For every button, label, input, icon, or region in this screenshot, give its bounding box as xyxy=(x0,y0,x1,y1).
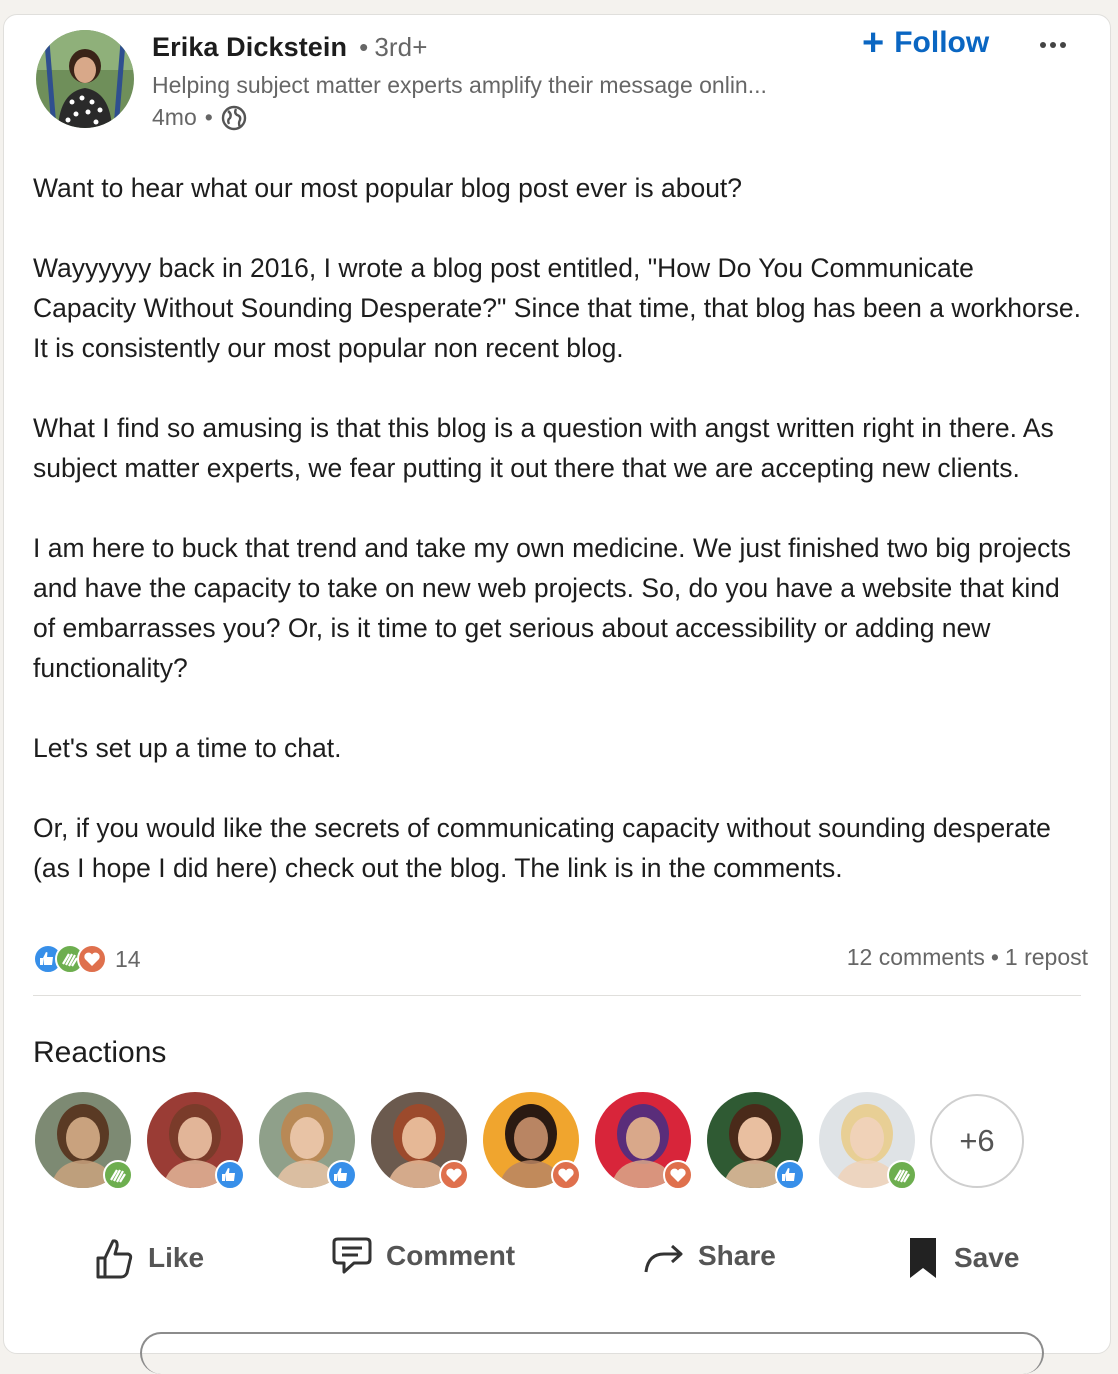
save-label: Save xyxy=(954,1242,1020,1273)
comment-icon xyxy=(332,1237,372,1274)
author-avatar[interactable] xyxy=(36,30,134,128)
love-icon xyxy=(663,1160,693,1190)
author-name[interactable]: Erika Dickstein • 3rd+ xyxy=(152,32,427,63)
author-headline: Helping subject matter experts amplify t… xyxy=(152,72,767,98)
like-button[interactable]: Like xyxy=(94,1236,204,1280)
share-label: Share xyxy=(698,1240,776,1271)
reactor-avatar[interactable] xyxy=(819,1092,917,1190)
reactor-avatar[interactable] xyxy=(595,1092,693,1190)
reposts-link[interactable]: 1 repost xyxy=(1005,944,1088,970)
globe-icon xyxy=(221,105,247,131)
more-options-icon[interactable] xyxy=(1036,38,1070,50)
share-icon xyxy=(644,1244,683,1273)
post-paragraph: Let's set up a time to chat. xyxy=(33,733,342,763)
degree-text: 3rd+ xyxy=(374,32,428,62)
thumbs-up-icon xyxy=(96,1239,133,1279)
comment-label: Comment xyxy=(386,1240,516,1271)
connection-degree: • 3rd+ xyxy=(359,32,428,62)
like-icon xyxy=(215,1160,245,1190)
share-button[interactable]: Share xyxy=(642,1236,776,1276)
comment-input-partial[interactable] xyxy=(140,1332,1044,1374)
comments-reposts: 12 comments • 1 repost xyxy=(846,944,1088,970)
like-label: Like xyxy=(148,1242,205,1273)
reactions-heading: Reactions xyxy=(33,1036,167,1069)
bookmark-icon xyxy=(910,1238,936,1278)
like-icon xyxy=(775,1160,805,1190)
divider xyxy=(33,995,1081,996)
support-icon xyxy=(887,1160,917,1190)
love-icon xyxy=(551,1160,581,1190)
save-button[interactable]: Save xyxy=(906,1236,1019,1280)
reactor-avatar[interactable] xyxy=(707,1092,805,1190)
like-icon xyxy=(327,1160,357,1190)
reactor-avatar[interactable] xyxy=(259,1092,357,1190)
follow-label: Follow xyxy=(894,26,990,59)
reaction-count: 14 xyxy=(115,945,141,972)
support-icon xyxy=(103,1160,133,1190)
reaction-summary[interactable]: 14 xyxy=(33,944,141,974)
reactor-avatar[interactable] xyxy=(35,1092,133,1190)
comment-button[interactable]: Comment xyxy=(330,1236,515,1276)
post-time: 4mo xyxy=(152,104,197,130)
post-meta: 4mo • xyxy=(152,104,247,131)
author-name-text[interactable]: Erika Dickstein xyxy=(152,32,347,62)
more-reactors-button[interactable]: +6 xyxy=(930,1094,1024,1188)
reactor-avatar[interactable] xyxy=(483,1092,581,1190)
love-icon xyxy=(77,944,107,974)
comments-link[interactable]: 12 comments xyxy=(847,944,985,970)
plus-icon: + xyxy=(862,22,885,64)
love-icon xyxy=(439,1160,469,1190)
reactor-avatar[interactable] xyxy=(147,1092,245,1190)
follow-button[interactable]: + Follow xyxy=(862,22,990,64)
post-paragraph: I am here to buck that trend and take my… xyxy=(33,533,1071,683)
post-paragraph: Wayyyyyy back in 2016, I wrote a blog po… xyxy=(33,253,1081,363)
post-paragraph: Want to hear what our most popular blog … xyxy=(33,173,743,203)
reactor-avatar[interactable] xyxy=(371,1092,469,1190)
post-paragraph: Or, if you would like the secrets of com… xyxy=(33,813,1051,883)
post-text: Want to hear what our most popular blog … xyxy=(33,168,1083,928)
post-paragraph: What I find so amusing is that this blog… xyxy=(33,413,1054,483)
